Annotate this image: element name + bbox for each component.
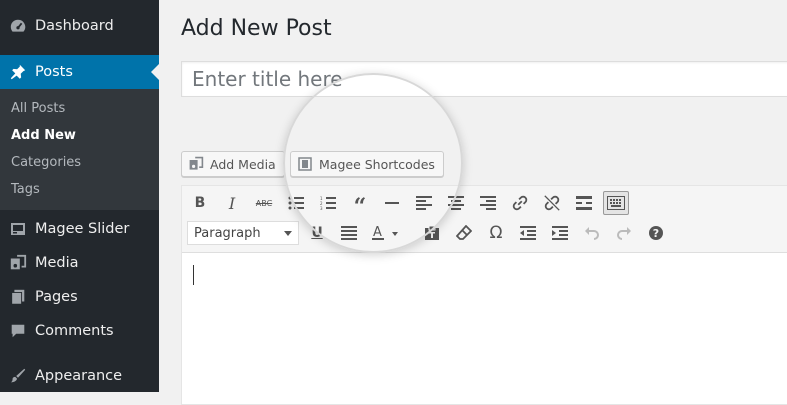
posts-submenu: All Posts Add New Categories Tags <box>0 89 159 210</box>
format-select[interactable]: Paragraph <box>187 221 299 245</box>
svg-text:?: ? <box>653 227 659 240</box>
submenu-item-add-new[interactable]: Add New <box>11 128 76 143</box>
current-menu-arrow <box>151 64 159 80</box>
horizontal-line-icon[interactable] <box>380 192 404 214</box>
media-icon <box>0 254 35 272</box>
text-cursor[interactable] <box>193 265 194 285</box>
text-color-icon[interactable]: A <box>369 222 403 244</box>
menu-item-label: Posts <box>35 64 73 80</box>
strikethrough-icon[interactable]: ABC <box>252 192 276 214</box>
submenu-item-all-posts[interactable]: All Posts <box>11 101 65 116</box>
numbered-list-icon[interactable]: 123 <box>316 192 340 214</box>
submenu-item-tags[interactable]: Tags <box>11 182 40 197</box>
menu-item-label: Pages <box>35 289 78 305</box>
pin-icon <box>0 63 35 81</box>
menu-item-dashboard[interactable]: Dashboard <box>0 9 159 43</box>
post-editor: B I ABC 123 “ Paragraph U A Ω ? <box>181 185 787 405</box>
shortcode-icon <box>297 156 313 172</box>
appearance-icon <box>0 367 35 385</box>
menu-item-media[interactable]: Media <box>0 246 159 280</box>
magee-shortcodes-label: Magee Shortcodes <box>319 156 435 172</box>
svg-text:A: A <box>373 225 382 240</box>
menu-item-pages[interactable]: Pages <box>0 280 159 314</box>
read-more-icon[interactable] <box>572 192 596 214</box>
bullet-list-icon[interactable] <box>284 192 308 214</box>
redo-icon[interactable] <box>612 222 636 244</box>
page-title: Add New Post <box>181 16 332 41</box>
dashboard-icon <box>0 17 35 35</box>
main-content: Add New Post Add Media Magee Shortcodes … <box>159 0 787 405</box>
outdent-icon[interactable] <box>516 222 540 244</box>
menu-item-comments[interactable]: Comments <box>0 314 159 348</box>
unlink-icon[interactable] <box>540 192 564 214</box>
editor-toolbar: B I ABC 123 “ Paragraph U A Ω ? <box>182 186 787 253</box>
menu-item-label: Comments <box>35 323 114 339</box>
add-media-label: Add Media <box>210 156 276 172</box>
media-icon <box>188 156 204 172</box>
help-icon[interactable]: ? <box>644 222 668 244</box>
align-left-icon[interactable] <box>412 192 436 214</box>
toolbar-toggle-icon[interactable] <box>603 191 629 215</box>
submenu-item-categories[interactable]: Categories <box>11 155 81 170</box>
underline-icon[interactable]: U <box>305 222 329 244</box>
menu-item-magee-slider[interactable]: Magee Slider <box>0 212 159 246</box>
italic-icon[interactable]: I <box>220 192 244 214</box>
add-media-button[interactable]: Add Media <box>181 151 285 177</box>
menu-item-appearance[interactable]: Appearance <box>0 359 159 393</box>
magee-shortcodes-button[interactable]: Magee Shortcodes <box>290 151 444 177</box>
indent-icon[interactable] <box>548 222 572 244</box>
special-char-icon[interactable]: Ω <box>484 222 508 244</box>
justify-icon[interactable] <box>337 222 361 244</box>
menu-item-label: Dashboard <box>35 18 114 34</box>
menu-item-label: Media <box>35 255 79 271</box>
link-icon[interactable] <box>508 192 532 214</box>
admin-sidebar: Dashboard Posts All Posts Add New Catego… <box>0 0 159 392</box>
align-center-icon[interactable] <box>444 192 468 214</box>
bold-icon[interactable]: B <box>188 192 212 214</box>
align-right-icon[interactable] <box>476 192 500 214</box>
pages-icon <box>0 288 35 306</box>
slider-icon <box>0 221 35 237</box>
chevron-down-icon <box>284 231 292 236</box>
format-select-value: Paragraph <box>194 225 261 241</box>
menu-item-label: Magee Slider <box>35 221 130 237</box>
comments-icon <box>0 322 35 340</box>
post-title-input[interactable] <box>181 61 787 97</box>
menu-item-label: Appearance <box>35 368 123 384</box>
menu-item-posts[interactable]: Posts <box>0 55 159 89</box>
svg-text:3: 3 <box>320 206 323 210</box>
undo-icon[interactable] <box>580 222 604 244</box>
clear-format-icon[interactable] <box>452 222 476 244</box>
paste-text-icon[interactable] <box>420 222 444 244</box>
blockquote-icon[interactable]: “ <box>348 192 372 218</box>
